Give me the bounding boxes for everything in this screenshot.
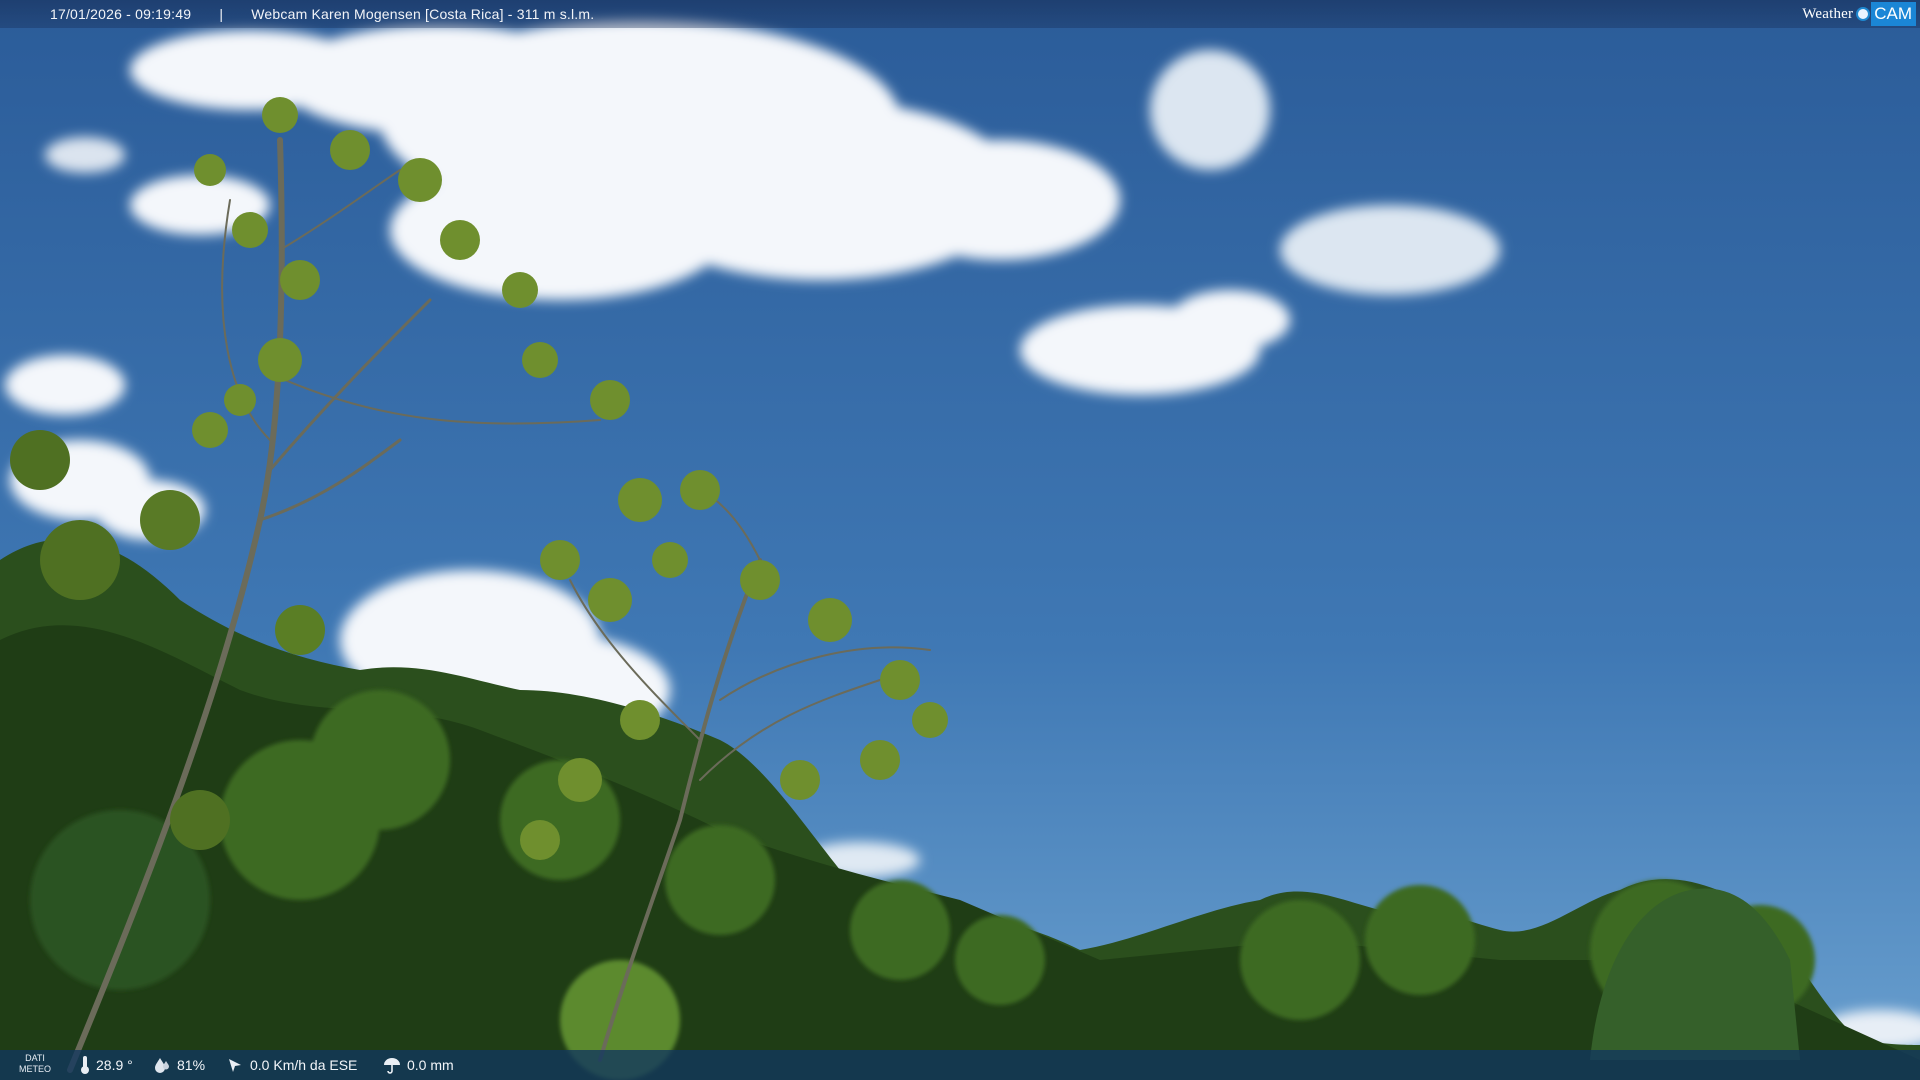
header-separator: | bbox=[219, 6, 224, 22]
humidity-drop-icon bbox=[155, 1058, 169, 1073]
humidity-stat: 81% bbox=[153, 1050, 205, 1080]
wind-stat: 0.0 Km/h da ESE bbox=[226, 1050, 357, 1080]
wind-direction-icon bbox=[229, 1059, 241, 1072]
header-location: Webcam Karen Mogensen [Costa Rica] - 311… bbox=[251, 6, 595, 22]
logo-weather-text: Weather bbox=[1802, 6, 1854, 22]
temperature-stat: 28.9 ° bbox=[80, 1050, 133, 1080]
rain-stat: 0.0 mm bbox=[383, 1050, 454, 1080]
temperature-value: 28.9 ° bbox=[96, 1057, 133, 1073]
info-header-bar: 17/01/2026 - 09:19:49 | Webcam Karen Mog… bbox=[0, 0, 1920, 28]
logo-dot-icon bbox=[1856, 7, 1871, 21]
webcam-scene bbox=[0, 0, 1920, 1080]
humidity-value: 81% bbox=[177, 1057, 206, 1073]
umbrella-icon bbox=[384, 1058, 400, 1074]
meteo-label: DATI METEO bbox=[18, 1053, 51, 1074]
weathercam-logo: Weather CAM bbox=[1802, 2, 1916, 26]
wind-value: 0.0 Km/h da ESE bbox=[250, 1057, 358, 1073]
logo-cam-text: CAM bbox=[1871, 2, 1916, 26]
weather-data-bar: DATI METEO 28.9 ° 81% 0.0 Km/h da ESE 0.… bbox=[0, 1050, 1920, 1080]
header-datetime: 17/01/2026 - 09:19:49 bbox=[50, 6, 192, 22]
thermometer-icon bbox=[81, 1056, 89, 1074]
rain-value: 0.0 mm bbox=[407, 1057, 454, 1073]
